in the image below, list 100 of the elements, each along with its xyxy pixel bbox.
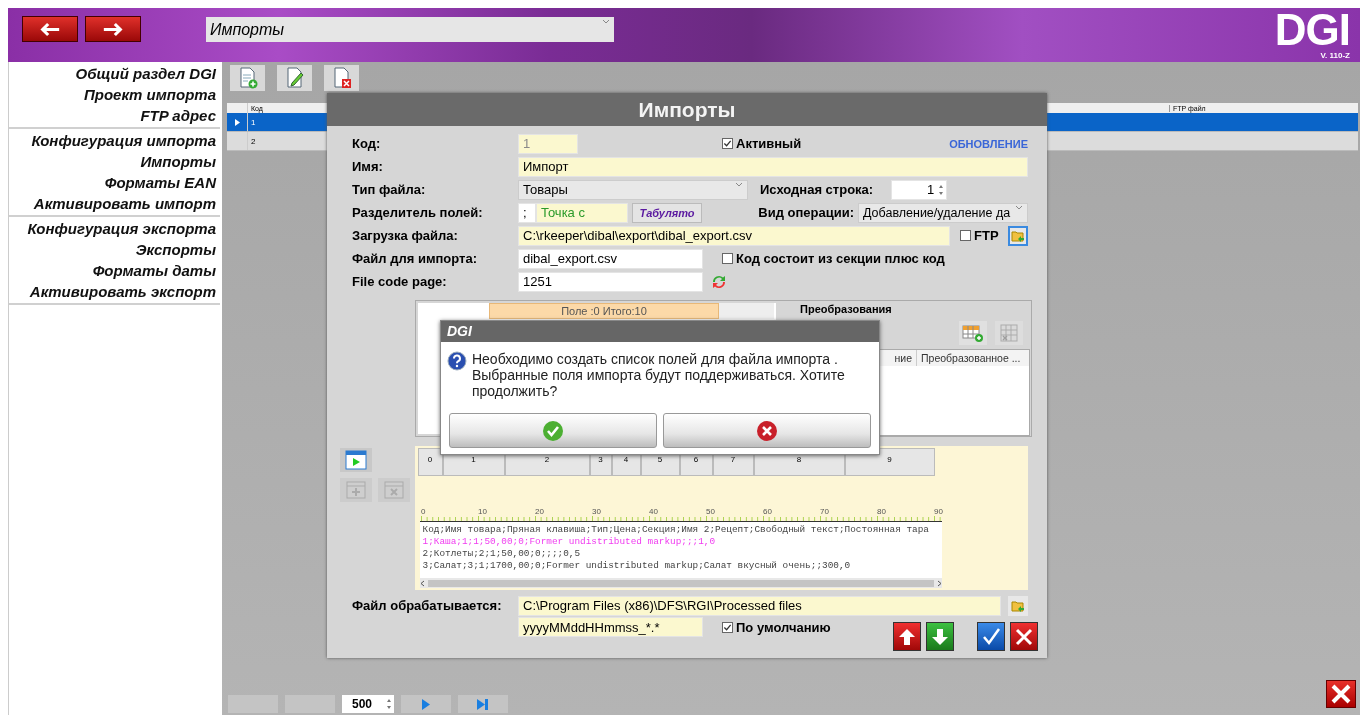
start-row-spinner[interactable]: 1: [891, 179, 948, 200]
save-button[interactable]: [977, 622, 1005, 651]
separator-name-field[interactable]: Точка с: [536, 202, 628, 223]
sidebar-item[interactable]: Конфигурация экспорта: [9, 218, 216, 239]
decline-button[interactable]: [663, 413, 871, 448]
processed-path-field[interactable]: C:\Program Files (x86)\DFS\RGI\Processed files: [518, 595, 1002, 616]
field-label: Загрузка файла:: [352, 228, 459, 243]
preview-line: 1;Каша;1;1;50,00;0;Former undistributed markup;;;1,0: [422, 536, 717, 548]
arrow-up-icon: [897, 626, 917, 647]
sidebar-item[interactable]: Форматы даты: [9, 260, 216, 281]
window-title: Импорты: [327, 93, 1047, 126]
table-add-icon: [962, 324, 984, 342]
sidebar-item[interactable]: FTP адрес: [9, 105, 216, 126]
chevron-left-icon: [419, 579, 425, 587]
dialog-title: DGI: [441, 321, 879, 342]
cross-circle-icon: [756, 419, 778, 442]
separator-field[interactable]: ;: [518, 202, 536, 223]
cancel-button[interactable]: [1010, 622, 1038, 651]
dialog-message: Необходимо создать список полей для файла импорта . Выбранные поля импорта будут поддерживаться. Хотите продолжить?: [471, 351, 846, 399]
sidebar-item[interactable]: Общий раздел DGI: [9, 63, 216, 84]
field-label: File code page:: [352, 274, 448, 289]
skip-end-icon: [477, 698, 489, 710]
ruler-label: 0: [420, 507, 425, 516]
chevron-right-icon: [936, 579, 942, 587]
preview-button[interactable]: [340, 448, 372, 472]
file-path-field[interactable]: C:\rkeeper\dibal\export\dibal_export.csv: [518, 225, 950, 246]
checkbox-label: По умолчанию: [736, 620, 831, 635]
sidebar-item[interactable]: Импорты: [9, 151, 216, 172]
checkbox-label: Код состоит из секции плюс код: [736, 251, 945, 266]
close-button[interactable]: [1326, 680, 1356, 708]
checkbox-label: FTP: [974, 228, 999, 243]
back-button[interactable]: [22, 16, 78, 42]
file-type-dropdown[interactable]: Товары: [518, 179, 748, 200]
table-play-icon: [345, 450, 367, 470]
version-label: V. 110-Z: [1320, 50, 1350, 60]
close-icon: [1330, 683, 1352, 705]
arrow-left-icon: [39, 21, 61, 37]
ruler-label: 40: [648, 507, 658, 516]
preview-line: 2;Котлеты;2;1;50,00;0;;;;0,5: [422, 548, 582, 560]
logo: DGI: [1274, 10, 1350, 49]
chevron-down-icon: [735, 181, 743, 187]
ruler-label: 10: [477, 507, 487, 516]
checkmark-icon: [981, 626, 1001, 647]
table-cross-icon: [383, 481, 405, 499]
add-row-button[interactable]: [959, 321, 987, 345]
delete-document-button[interactable]: [324, 65, 359, 91]
checkbox-label: Активный: [736, 136, 802, 151]
folder-icon: [1011, 229, 1025, 242]
forward-button[interactable]: [85, 16, 141, 42]
column-marker[interactable]: 0: [417, 448, 443, 476]
sidebar-item[interactable]: Конфигурация импорта: [9, 130, 216, 151]
folder-button[interactable]: [1008, 225, 1028, 246]
sidebar-item[interactable]: Форматы EAN: [9, 172, 216, 193]
page-size-spinner[interactable]: 500: [342, 695, 394, 713]
tab-separator-button[interactable]: Табулято: [632, 202, 702, 223]
name-field[interactable]: Импорт: [518, 156, 1028, 177]
table-cell-text: 1: [250, 117, 256, 127]
update-link[interactable]: ОБНОВЛЕНИЕ: [949, 137, 1028, 150]
sidebar-item[interactable]: Экспорты: [9, 239, 216, 260]
field-label: Файл обрабатывается:: [352, 598, 503, 613]
file-mask-field[interactable]: yyyyMMddHHmmss_*.*: [518, 617, 703, 637]
move-up-button[interactable]: [893, 622, 921, 651]
code-page-field[interactable]: 1251: [518, 271, 703, 292]
import-file-field[interactable]: dibal_export.csv: [518, 248, 703, 269]
checkbox[interactable]: [722, 253, 733, 264]
sidebar-item[interactable]: Проект импорта: [9, 84, 216, 105]
arrow-right-icon: [102, 21, 124, 37]
section-dropdown[interactable]: Импорты: [206, 17, 614, 42]
next-page-button[interactable]: [401, 695, 451, 713]
field-label: Имя:: [352, 159, 384, 174]
column-header[interactable]: Преобразованное ...: [917, 350, 1021, 366]
ruler-label: 70: [819, 507, 829, 516]
checkbox[interactable]: [722, 138, 733, 149]
table-cell-text: 2: [250, 136, 256, 146]
move-down-button[interactable]: [926, 622, 954, 651]
operation-dropdown[interactable]: Добавление/удаление да: [858, 202, 1028, 223]
sidebar-item[interactable]: Активировать экспорт: [9, 281, 216, 302]
sidebar-item[interactable]: Активировать импорт: [9, 193, 216, 214]
field-label: Исходная строка:: [760, 182, 874, 197]
horizontal-scrollbar[interactable]: [419, 578, 942, 588]
table-delete-icon: [998, 324, 1020, 342]
row-pointer-icon: [234, 118, 240, 126]
fields-count-header: Поле :0 Итого:10: [489, 303, 719, 319]
folder-button[interactable]: [1008, 595, 1028, 616]
ruler-label: 90: [933, 507, 943, 516]
folder-icon: [1011, 599, 1026, 612]
question-icon: [447, 351, 467, 371]
add-document-button[interactable]: [230, 65, 265, 91]
chevron-down-icon: [1015, 204, 1023, 210]
play-icon: [421, 698, 431, 710]
preview-line: Код;Имя товара;Пряная клавиша;Тип;Цена;Секция;Имя 2;Рецепт;Свободный текст;Постоянная тара: [422, 524, 930, 536]
ruler-label: 50: [705, 507, 715, 516]
confirm-button[interactable]: [449, 413, 657, 448]
check-circle-icon: [542, 419, 564, 442]
last-page-button[interactable]: [458, 695, 508, 713]
ruler-label: 20: [534, 507, 544, 516]
checkbox[interactable]: [960, 230, 971, 241]
checkbox[interactable]: [722, 622, 733, 633]
spinner-arrows-icon: [938, 183, 945, 196]
edit-document-button[interactable]: [277, 65, 312, 91]
